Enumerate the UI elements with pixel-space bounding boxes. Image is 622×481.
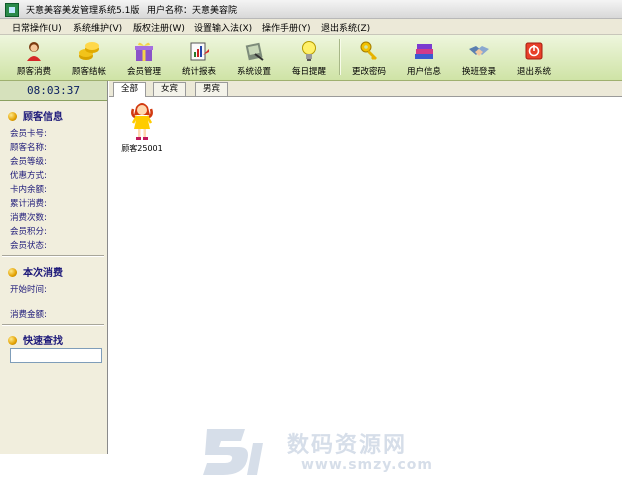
member-management-label: 会员管理 — [126, 67, 161, 77]
sidebar-divider — [2, 324, 104, 326]
bullet-icon — [8, 112, 17, 121]
watermark-url: www.smzy.com — [301, 457, 433, 473]
lightbulb-icon — [302, 41, 316, 61]
menu-daily-operations[interactable]: 日常操作(U) — [12, 21, 62, 34]
user-info-label: 用户信息 — [406, 67, 441, 77]
statistics-report-button[interactable]: 统计报表 — [173, 35, 225, 79]
start-time-field: 开始时间: — [10, 285, 47, 295]
member-gift-icon — [135, 42, 153, 61]
checkout-coins-icon — [79, 42, 99, 60]
customer-panel: 全部 女宾 男宾 顾客25001 数码资源网 www.smzy.com — [109, 81, 622, 475]
daily-reminder-label: 每日提醒 — [291, 67, 326, 77]
watermark-text: 数码资源网 — [287, 433, 408, 458]
quick-search-input[interactable] — [10, 348, 102, 363]
customer-info-heading: 顾客信息 — [8, 108, 63, 123]
app-icon — [5, 3, 19, 17]
sidebar-divider — [2, 255, 104, 257]
member-status-field: 会员状态: — [10, 241, 47, 251]
member-management-button[interactable]: 会员管理 — [118, 35, 170, 79]
toolbar-separator — [339, 39, 341, 75]
menu-system-maintenance[interactable]: 系统维护(V) — [73, 21, 122, 34]
shift-login-button[interactable]: 换班登录 — [453, 35, 505, 79]
user-name-label: 用户名称：天意美容院 — [147, 6, 238, 16]
shift-login-label: 换班登录 — [461, 67, 496, 77]
sidebar: 08:03:37 顾客信息 会员卡号: 顾客名称: 会员等级: 优惠方式: 卡内… — [0, 81, 108, 454]
key-icon — [360, 41, 377, 60]
exit-system-button[interactable]: 退出系统 — [508, 35, 560, 79]
change-password-label: 更改密码 — [351, 67, 386, 77]
spending-amount-field: 消费金额: — [10, 310, 47, 320]
bullet-icon — [8, 268, 17, 277]
customer-consume-button[interactable]: 顾客消费 — [8, 35, 60, 79]
watermark-logo-icon — [203, 429, 263, 475]
title-bar: 天意美容美发管理系统5.1版 用户名称：天意美容院 — [0, 0, 622, 19]
tab-bar: 全部 女宾 男宾 — [109, 81, 622, 97]
watermark: 数码资源网 www.smzy.com — [201, 421, 451, 481]
clock: 08:03:37 — [0, 81, 107, 101]
menu-exit-system[interactable]: 退出系统(Z) — [321, 21, 370, 34]
window-title: 天意美容美发管理系统5.1版 — [26, 6, 140, 16]
toolbar: 顾客消费 顾客结帐 会员管理 统计报表 系统设置 每日提醒 更改密码 用户信息 … — [0, 35, 622, 81]
exit-system-label: 退出系统 — [516, 67, 551, 77]
report-icon — [190, 42, 209, 61]
bullet-icon — [8, 336, 17, 345]
menu-bar: 日常操作(U) 系统维护(V) 版权注册(W) 设置输入法(X) 操作手册(Y)… — [0, 19, 622, 35]
total-spending-field: 累计消费: — [10, 199, 47, 209]
current-spending-heading: 本次消费 — [8, 264, 63, 279]
menu-input-method[interactable]: 设置输入法(X) — [194, 21, 252, 34]
customer-avatar-icon — [131, 103, 153, 140]
member-points-field: 会员积分: — [10, 227, 47, 237]
statistics-report-label: 统计报表 — [181, 67, 216, 77]
exit-icon — [525, 42, 543, 60]
system-settings-button[interactable]: 系统设置 — [228, 35, 280, 79]
settings-icon — [245, 42, 264, 61]
customer-tile[interactable]: 顾客25001 — [117, 99, 167, 159]
member-level-field: 会员等级: — [10, 157, 47, 167]
system-settings-label: 系统设置 — [236, 67, 271, 77]
customer-checkout-button[interactable]: 顾客结帐 — [63, 35, 115, 79]
member-card-field: 会员卡号: — [10, 129, 47, 139]
tab-all[interactable]: 全部 — [113, 82, 147, 97]
customer-checkout-label: 顾客结帐 — [71, 67, 106, 77]
customer-consume-icon — [27, 42, 41, 61]
tab-male[interactable]: 男宾 — [195, 82, 229, 96]
menu-copyright-registration[interactable]: 版权注册(W) — [133, 21, 185, 34]
menu-manual[interactable]: 操作手册(Y) — [262, 21, 311, 34]
handshake-icon — [469, 46, 489, 56]
card-balance-field: 卡内余额: — [10, 185, 47, 195]
quick-search-heading: 快速查找 — [8, 332, 63, 347]
customer-consume-label: 顾客消费 — [16, 67, 51, 77]
customer-name-field: 顾客名称: — [10, 143, 47, 153]
visit-count-field: 消费次数: — [10, 213, 47, 223]
tab-female[interactable]: 女宾 — [153, 82, 187, 96]
discount-method-field: 优惠方式: — [10, 171, 47, 181]
daily-reminder-button[interactable]: 每日提醒 — [283, 35, 335, 79]
customer-name-label: 顾客25001 — [121, 144, 163, 153]
books-icon — [415, 44, 433, 59]
change-password-button[interactable]: 更改密码 — [343, 35, 395, 79]
user-info-button[interactable]: 用户信息 — [398, 35, 450, 79]
